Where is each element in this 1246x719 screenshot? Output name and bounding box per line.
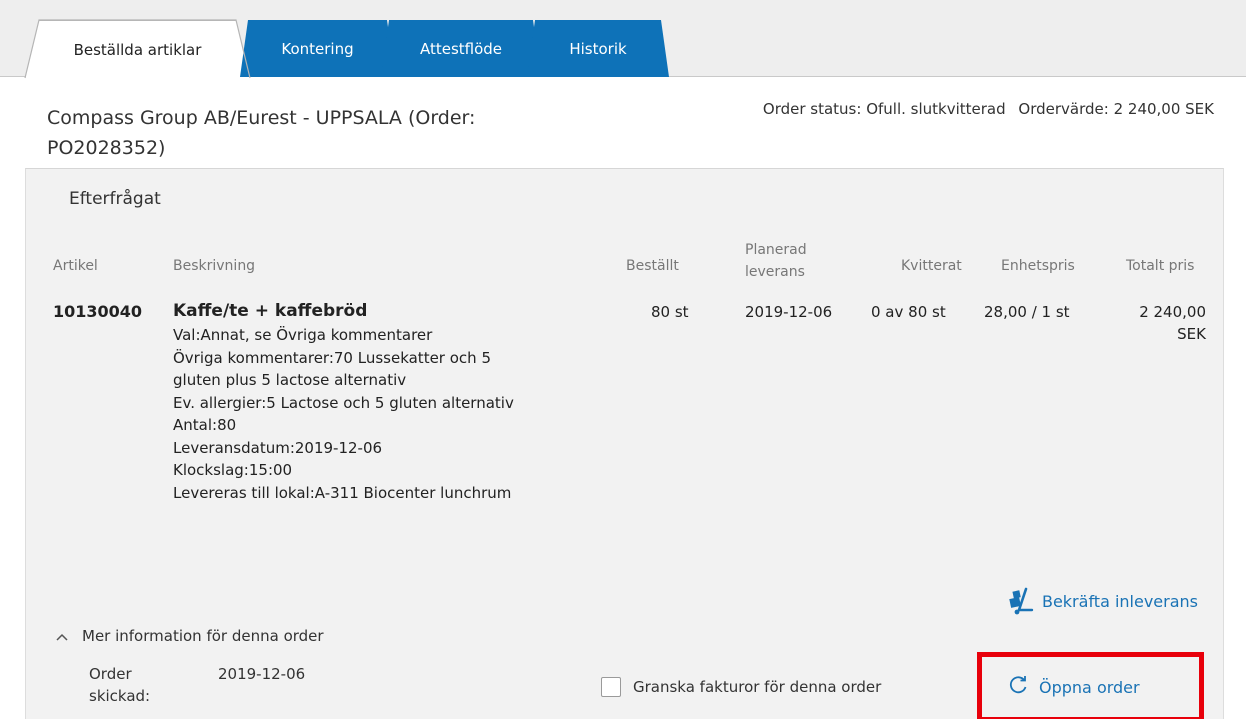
total-price-amount: 2 240,00: [1139, 303, 1206, 321]
order-status: Order status: Ofull. slutkvitterad: [762, 100, 1006, 118]
order-sent-label: Order skickad:: [89, 665, 151, 705]
col-header-planerad-line2: leverans: [745, 264, 805, 280]
open-order-label: Öppna order: [1039, 677, 1140, 697]
confirm-delivery-link[interactable]: Bekräfta inleverans: [1008, 587, 1198, 615]
description-line: Ev. allergier:5 Lactose och 5 gluten alt…: [173, 393, 514, 412]
order-value: Ordervärde: 2 240,00 SEK: [1018, 100, 1214, 118]
active-tab-outline: [24, 19, 251, 79]
description-line: Övriga kommentarer:70 Lussekatter och 5: [173, 348, 491, 367]
chevron-up-icon: [56, 627, 68, 645]
more-info-toggle[interactable]: Mer information för denna order: [56, 627, 324, 645]
total-price: 2 240,00 SEK: [1106, 301, 1206, 345]
more-info-label: Mer information för denna order: [82, 627, 324, 645]
page-title: Compass Group AB/Eurest - UPPSALA (Order…: [47, 107, 476, 159]
col-header-enhetspris: Enhetspris: [1001, 258, 1075, 274]
col-header-planerad-line1: Planerad: [745, 242, 807, 258]
article-title: Kaffe/te + kaffebröd: [173, 301, 368, 321]
section-title: Efterfrågat: [69, 189, 161, 209]
review-invoices-label: Granska fakturor för denna order: [633, 678, 882, 696]
description-line: Leveransdatum:2019-12-06: [173, 438, 383, 457]
tab-label: Historik: [569, 40, 627, 58]
refresh-icon: [1007, 674, 1029, 700]
order-sent-value: 2019-12-06: [218, 665, 306, 683]
col-header-planerad-leverans: Planerad leverans: [745, 239, 807, 283]
hand-truck-icon: [1008, 587, 1034, 615]
description-line: Val:Annat, se Övriga kommentarer: [173, 326, 433, 344]
tab-attestflode[interactable]: Attestflöde: [381, 20, 541, 77]
confirm-delivery-label: Bekräfta inleverans: [1041, 591, 1198, 611]
review-invoices-checkbox[interactable]: [601, 677, 621, 697]
description-line: gluten plus 5 lactose alternativ: [173, 371, 407, 389]
open-order-button[interactable]: Öppna order: [977, 652, 1204, 719]
review-invoices-option: Granska fakturor för denna order: [601, 677, 881, 697]
col-header-kvitterat: Kvitterat: [901, 258, 962, 274]
col-header-bestallt: Beställt: [626, 258, 679, 274]
unit-price: 28,00 / 1 st: [984, 303, 1070, 321]
col-header-totalt-pris: Totalt pris: [1126, 258, 1195, 274]
total-price-currency: SEK: [1177, 325, 1206, 343]
col-header-artikel: Artikel: [53, 258, 98, 274]
article-number: 10130040: [53, 302, 143, 321]
tab-label: Kontering: [281, 40, 354, 58]
description-line: Klockslag:15:00: [173, 461, 293, 479]
received-quantity: 0 av 80 st: [871, 303, 946, 321]
order-summary: Order status: Ofull. slutkvitterad Order…: [763, 100, 1214, 118]
article-description: Kaffe/te + kaffebröd Val:Annat, se Övrig…: [173, 298, 514, 504]
description-line: Levereras till lokal:A-311 Biocenter lun…: [173, 483, 512, 502]
ordered-quantity: 80 st: [651, 303, 689, 321]
col-header-beskrivning: Beskrivning: [173, 258, 256, 274]
order-details-panel: Efterfrågat Artikel Beskrivning Beställt…: [25, 168, 1224, 719]
planned-delivery: 2019-12-06: [745, 303, 833, 321]
tab-kontering[interactable]: Kontering: [240, 20, 395, 77]
tab-historik[interactable]: Historik: [527, 20, 669, 77]
description-line: Antal:80: [173, 416, 237, 434]
tab-label: Attestflöde: [419, 40, 503, 58]
